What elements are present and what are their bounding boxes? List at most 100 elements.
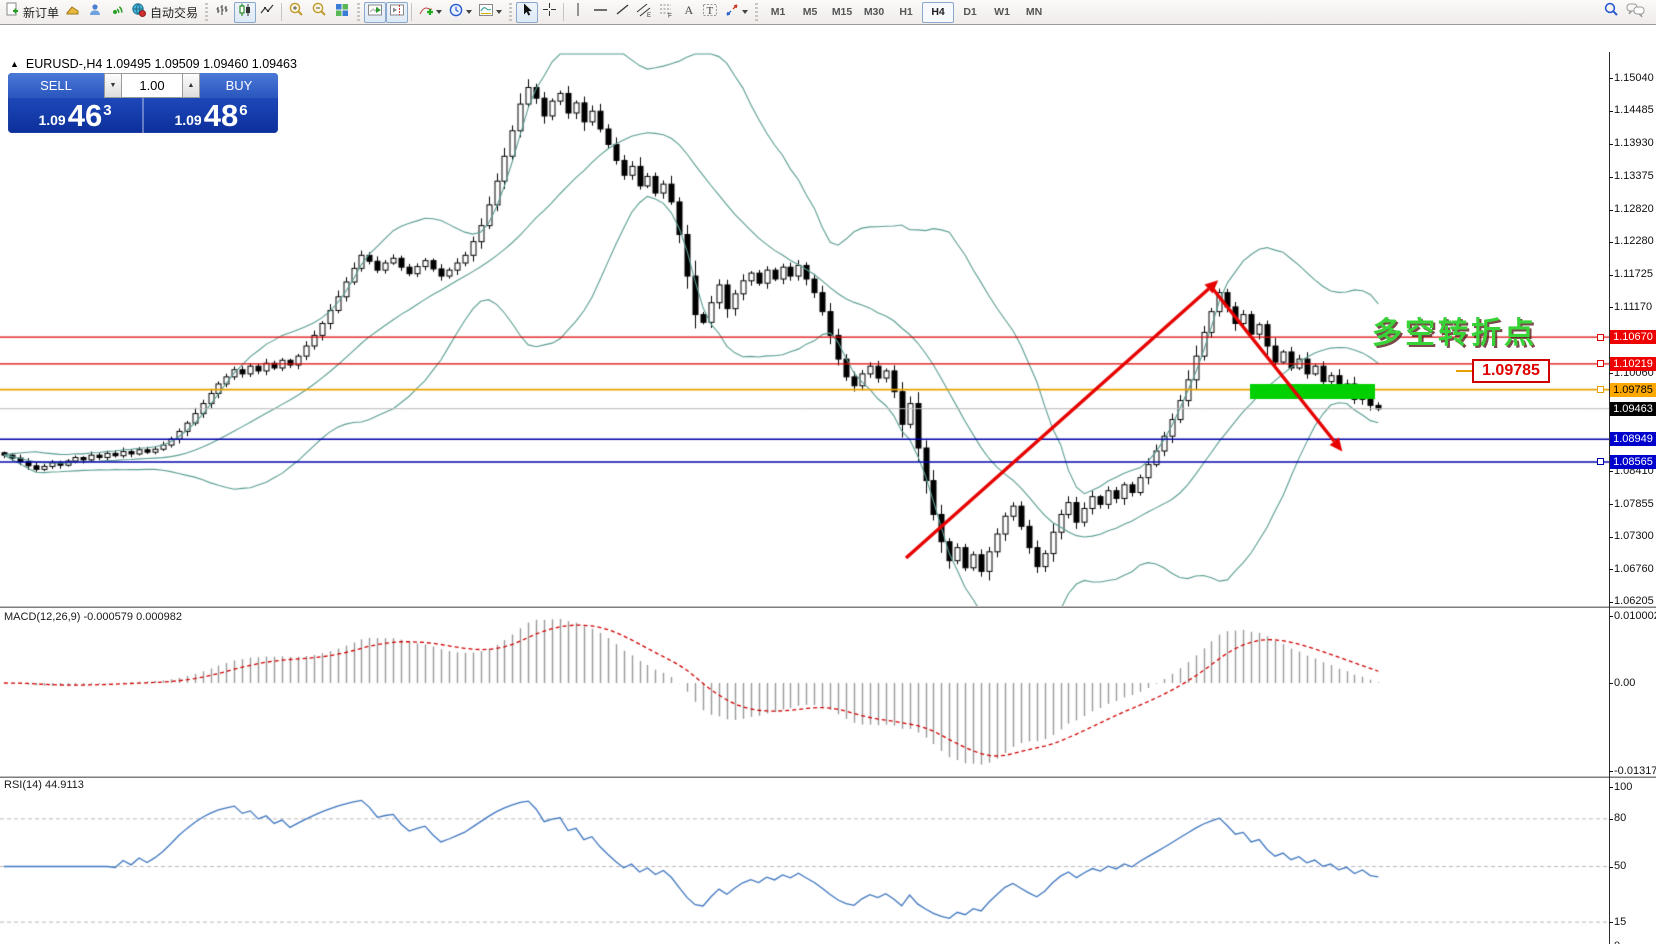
macd-panel-chart[interactable] bbox=[0, 608, 1609, 776]
mt4-terminal: 新订单 自动交易 E F A T bbox=[0, 0, 1656, 944]
trendline-button[interactable] bbox=[611, 2, 633, 23]
price-badge-1.10219: 1.10219 bbox=[1610, 357, 1656, 371]
zoom-in-button[interactable] bbox=[285, 2, 308, 23]
timeframe-m30[interactable]: M30 bbox=[858, 2, 890, 23]
auto-trading-button[interactable]: 自动交易 bbox=[128, 2, 201, 23]
candlestick-icon bbox=[237, 2, 253, 23]
buy-price-prefix: 1.09 bbox=[174, 112, 201, 128]
templates-button[interactable] bbox=[475, 2, 505, 23]
rsi-label: RSI(14) 44.9113 bbox=[4, 779, 84, 791]
new-order-icon bbox=[5, 2, 20, 22]
price-tick-label: 1.06760 bbox=[1614, 563, 1654, 575]
tile-windows-icon bbox=[334, 2, 350, 23]
periods-button[interactable] bbox=[445, 2, 475, 23]
timeframe-h4[interactable]: H4 bbox=[922, 2, 954, 23]
fibonacci-button[interactable]: F bbox=[655, 2, 677, 23]
gold-chart-icon bbox=[65, 2, 81, 23]
vertical-line-button[interactable] bbox=[567, 2, 589, 23]
candlestick-chart-button[interactable] bbox=[234, 2, 256, 23]
chart-shift-button[interactable] bbox=[386, 2, 408, 23]
timeframe-bar: M1M5M15M30H1H4D1W1MN bbox=[762, 2, 1050, 23]
svg-text:A: A bbox=[684, 3, 693, 17]
bar-chart-icon bbox=[215, 2, 231, 23]
zoom-in-icon bbox=[288, 1, 305, 23]
text-icon: A bbox=[681, 2, 696, 22]
new-order-button[interactable]: 新订单 bbox=[2, 2, 62, 23]
vertical-line-icon bbox=[571, 2, 585, 22]
rsi-tick-label: 0 bbox=[1614, 940, 1620, 944]
bar-chart-button[interactable] bbox=[212, 2, 234, 23]
chat-button[interactable] bbox=[1623, 2, 1648, 23]
search-button[interactable] bbox=[1600, 2, 1623, 23]
volume-input[interactable]: 1.00 bbox=[122, 73, 182, 98]
trendline-icon bbox=[615, 2, 630, 22]
toolbar-grip[interactable] bbox=[507, 3, 514, 21]
price-callout-connector bbox=[1456, 370, 1472, 372]
market-watch-button[interactable] bbox=[62, 2, 84, 23]
toolbar-grip[interactable] bbox=[203, 3, 210, 21]
hline-handle[interactable] bbox=[1597, 360, 1604, 367]
arrows-button[interactable] bbox=[721, 2, 751, 23]
rsi-tick-mark bbox=[1609, 787, 1613, 788]
volume-decrement-button[interactable]: ▼ bbox=[104, 73, 122, 98]
rsi-tick-label: 50 bbox=[1614, 860, 1626, 872]
text-label-button[interactable]: T bbox=[699, 2, 721, 23]
timeframe-d1[interactable]: D1 bbox=[954, 2, 986, 23]
sell-button[interactable]: SELL bbox=[8, 73, 104, 98]
template-icon bbox=[478, 2, 494, 23]
price-tick-label: 1.11170 bbox=[1614, 301, 1652, 313]
toolbar: 新订单 自动交易 E F A T bbox=[0, 0, 1656, 25]
horizontal-line-button[interactable] bbox=[589, 2, 611, 23]
panel-separator-rsi[interactable] bbox=[0, 776, 1656, 778]
label-icon: T bbox=[702, 2, 718, 23]
line-chart-button[interactable] bbox=[256, 2, 278, 23]
auto-scroll-button[interactable] bbox=[364, 2, 386, 23]
oneclick-collapse-icon[interactable]: ▲ bbox=[10, 59, 19, 69]
rsi-panel-chart[interactable] bbox=[0, 778, 1609, 944]
price-tick-mark bbox=[1609, 275, 1613, 276]
main-price-chart[interactable] bbox=[0, 52, 1609, 606]
price-callout-label[interactable]: 1.09785 bbox=[1472, 359, 1550, 383]
macd-tick-label: 0.010002 bbox=[1614, 610, 1656, 622]
price-tick-mark bbox=[1609, 537, 1613, 538]
timeframe-m15[interactable]: M15 bbox=[826, 2, 858, 23]
tile-windows-button[interactable] bbox=[331, 2, 353, 23]
arrows-icon bbox=[724, 2, 740, 23]
toolbar-grip[interactable] bbox=[753, 3, 760, 21]
price-tick-mark bbox=[1609, 569, 1613, 570]
hline-handle[interactable] bbox=[1597, 334, 1604, 341]
timeframe-h1[interactable]: H1 bbox=[890, 2, 922, 23]
price-tick-label: 1.12820 bbox=[1614, 203, 1654, 215]
indicators-button[interactable] bbox=[415, 2, 445, 23]
equidistant-channel-button[interactable]: E bbox=[633, 2, 655, 23]
price-tick-mark bbox=[1609, 307, 1613, 308]
volume-increment-button[interactable]: ▲ bbox=[182, 73, 200, 98]
zoom-out-button[interactable] bbox=[308, 2, 331, 23]
svg-text:T: T bbox=[707, 5, 714, 17]
crosshair-button[interactable] bbox=[538, 2, 560, 23]
buy-button[interactable]: BUY bbox=[200, 73, 278, 98]
chart-title: EURUSD-,H4 1.09495 1.09509 1.09460 1.094… bbox=[26, 57, 297, 71]
signals-button[interactable] bbox=[106, 2, 128, 23]
timeframe-m1[interactable]: M1 bbox=[762, 2, 794, 23]
rsi-tick-mark bbox=[1609, 819, 1613, 820]
cursor-button[interactable] bbox=[516, 2, 538, 23]
price-tick-mark bbox=[1609, 210, 1613, 211]
hline-handle[interactable] bbox=[1597, 458, 1604, 465]
timeframe-m5[interactable]: M5 bbox=[794, 2, 826, 23]
price-tick-label: 1.12280 bbox=[1614, 235, 1654, 247]
timeframe-w1[interactable]: W1 bbox=[986, 2, 1018, 23]
chat-bubbles-icon bbox=[1626, 2, 1645, 23]
cursor-icon bbox=[520, 2, 535, 22]
sell-price[interactable]: 1.09 46 3 bbox=[8, 98, 142, 133]
price-tick-mark bbox=[1609, 144, 1613, 145]
hline-handle[interactable] bbox=[1597, 386, 1604, 393]
community-button[interactable] bbox=[84, 2, 106, 23]
turning-point-annotation[interactable]: 多空转折点 bbox=[1372, 308, 1537, 352]
timeframe-mn[interactable]: MN bbox=[1018, 2, 1050, 23]
text-button[interactable]: A bbox=[677, 2, 699, 23]
rsi-tick-label: 100 bbox=[1614, 781, 1632, 793]
toolbar-grip[interactable] bbox=[355, 3, 362, 21]
buy-price[interactable]: 1.09 48 6 bbox=[144, 98, 278, 133]
panel-separator-macd[interactable] bbox=[0, 606, 1656, 608]
